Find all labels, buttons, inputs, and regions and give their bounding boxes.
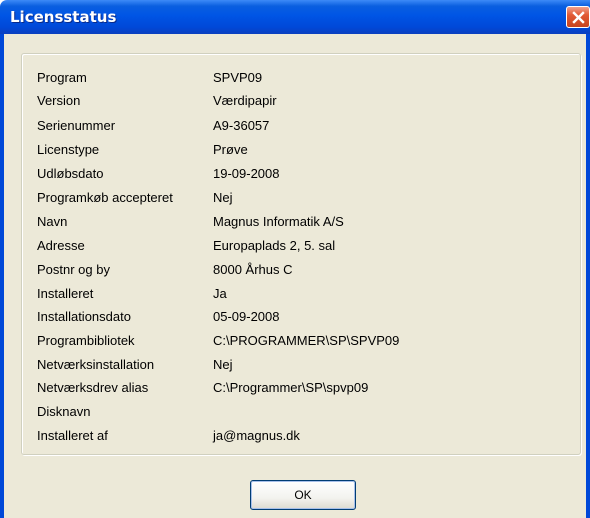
field-label: Netværksinstallation — [37, 357, 155, 372]
ok-button[interactable]: OK — [250, 480, 356, 510]
field-label: Programbibliotek — [37, 333, 135, 348]
field-value: 19-09-2008 — [213, 166, 280, 181]
field-value: 8000 Århus C — [213, 262, 293, 277]
field-label: Adresse — [37, 238, 85, 253]
field-value: Ja — [213, 286, 227, 301]
field-label: Serienummer — [37, 118, 116, 133]
field-label: Udløbsdato — [37, 166, 104, 181]
field-value: 05-09-2008 — [213, 309, 280, 324]
field-value: Prøve — [213, 142, 248, 157]
field-value: Nej — [213, 190, 233, 205]
field-value: SPVP09 — [213, 70, 263, 85]
field-label: Postnr og by — [37, 262, 110, 277]
title-bar[interactable]: Licensstatus — [0, 0, 590, 34]
field-value: Værdipapir — [213, 93, 277, 108]
field-label: Programkøb accepteret — [37, 190, 173, 205]
field-label: Disknavn — [37, 404, 91, 419]
field-label: Program — [37, 70, 87, 85]
field-value: A9-36057 — [213, 118, 270, 133]
field-value: Nej — [213, 357, 233, 372]
field-label: Installeret af — [37, 428, 108, 443]
field-label: Version — [37, 93, 81, 108]
field-label: Licenstype — [37, 142, 100, 157]
close-button[interactable] — [566, 6, 590, 28]
close-icon — [572, 11, 585, 24]
field-value: Europaplads 2, 5. sal — [213, 238, 336, 253]
field-value: ja@magnus.dk — [213, 428, 300, 443]
field-label: Netværksdrev alias — [37, 380, 149, 395]
field-value: Magnus Informatik A/S — [213, 214, 344, 229]
field-label: Installeret — [37, 286, 94, 301]
field-value: C:\PROGRAMMER\SP\SPVP09 — [213, 333, 400, 348]
license-status-dialog: Licensstatus Program SPVP09 Version Værd… — [0, 0, 590, 518]
field-value: C:\Programmer\SP\spvp09 — [213, 380, 369, 395]
field-label: Navn — [37, 214, 68, 229]
field-label: Installationsdato — [37, 309, 131, 324]
window-title: Licensstatus — [10, 8, 117, 26]
